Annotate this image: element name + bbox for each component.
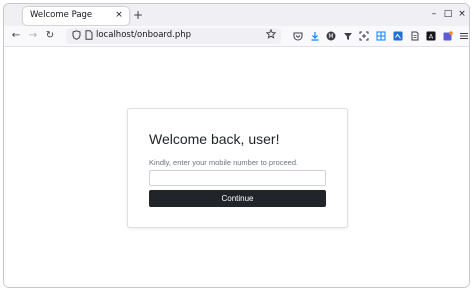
pocket-icon[interactable] xyxy=(292,31,303,42)
tab-strip: Welcome Page × + – □ × xyxy=(4,4,469,26)
download-icon[interactable] xyxy=(309,31,320,42)
puzzle-icon[interactable] xyxy=(442,31,453,42)
back-button[interactable]: ← xyxy=(9,29,23,43)
svg-text:A: A xyxy=(428,33,433,41)
bookmarks-icon[interactable] xyxy=(375,31,386,42)
svg-text:M: M xyxy=(328,33,333,40)
menu-icon[interactable] xyxy=(458,31,469,42)
screenshot-icon[interactable] xyxy=(358,31,369,42)
continue-button[interactable]: Continue xyxy=(149,190,326,207)
close-window-button[interactable]: × xyxy=(456,8,468,20)
sidebar-icon[interactable] xyxy=(392,31,403,42)
minimize-button[interactable]: – xyxy=(428,8,440,20)
bookmark-star-icon[interactable] xyxy=(265,28,277,43)
forward-button[interactable]: → xyxy=(26,29,40,43)
maximize-button[interactable]: □ xyxy=(442,8,454,20)
browser-window: Welcome Page × + – □ × ← → ↻ localhost/o… xyxy=(3,3,470,288)
page-icon[interactable] xyxy=(83,30,94,42)
account-icon[interactable]: M xyxy=(325,31,336,42)
reload-button[interactable]: ↻ xyxy=(43,29,57,43)
new-tab-button[interactable]: + xyxy=(131,8,145,22)
url-text[interactable]: localhost/onboard.php xyxy=(96,30,191,40)
reader-icon[interactable] xyxy=(409,31,420,42)
instruction-text: Kindly, enter your mobile number to proc… xyxy=(149,158,299,167)
page-content: Welcome back, user! Kindly, enter your m… xyxy=(4,48,469,287)
url-bar[interactable]: localhost/onboard.php xyxy=(66,28,281,44)
extension-icon[interactable] xyxy=(342,31,353,42)
tab-welcome-page[interactable]: Welcome Page × xyxy=(23,7,129,25)
shield-icon[interactable] xyxy=(71,30,82,42)
onboard-card: Welcome back, user! Kindly, enter your m… xyxy=(127,108,348,228)
tab-title: Welcome Page xyxy=(30,10,93,20)
close-tab-icon[interactable]: × xyxy=(113,9,125,21)
page-title: Welcome back, user! xyxy=(149,131,280,147)
addon-icon[interactable]: A xyxy=(425,31,436,42)
navigation-bar: ← → ↻ localhost/onboard.php M A xyxy=(4,26,469,47)
mobile-number-input[interactable] xyxy=(149,170,326,186)
